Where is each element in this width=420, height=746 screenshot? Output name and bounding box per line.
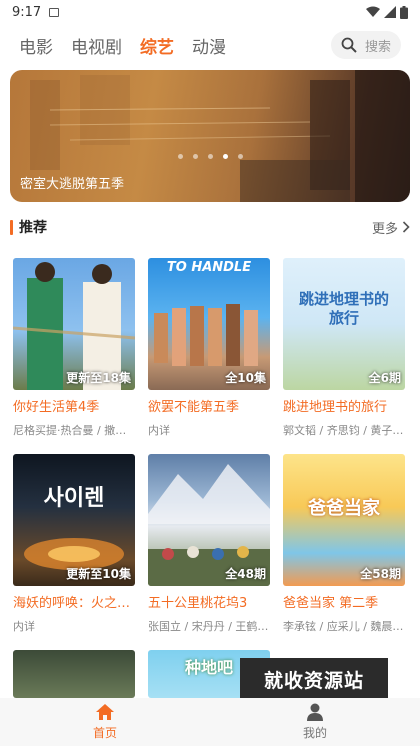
status-right [366, 5, 408, 19]
nav-profile-label: 我的 [302, 726, 327, 740]
carousel-indicator [178, 154, 243, 159]
status-bar: 9:17 [0, 0, 420, 24]
tab-anime[interactable]: 动漫 [192, 33, 226, 58]
poster-caption: 爸爸当家 [308, 498, 380, 519]
chevron-right-icon [402, 221, 410, 233]
episode-badge: 全10集 [225, 371, 266, 385]
status-time: 9:17 [12, 4, 42, 20]
watermark-overlay: 就收资源站 [240, 658, 388, 700]
media-card[interactable]: 사이렌 更新至10集 海妖的呼唤：火之… 内详 [13, 454, 135, 634]
card-title: 你好生活第4季 [13, 400, 100, 415]
poster-image: 사이렌 更新至10集 [13, 454, 135, 586]
section-header: 推荐 更多 [10, 217, 410, 237]
card-title: 跳进地理书的旅行 [283, 400, 388, 415]
nav-profile[interactable]: 我的 [210, 698, 420, 746]
category-tabs: 电影 电视剧 综艺 动漫 [19, 33, 331, 58]
episode-badge: 更新至18集 [66, 371, 131, 385]
poster-image [13, 650, 135, 698]
tab-variety[interactable]: 综艺 [140, 33, 174, 58]
carousel-dot[interactable] [208, 154, 213, 159]
wifi-icon [366, 6, 380, 17]
card-subtitle: 内详 [148, 424, 170, 437]
episode-badge: 更新至10集 [66, 567, 131, 581]
media-card[interactable]: 更新至18集 你好生活第4季 尼格买提·热合曼 / 撒贝… [13, 258, 135, 438]
home-icon [96, 704, 114, 720]
gallery-notification-icon [49, 7, 60, 17]
poster-image: 跳进地理书的旅行 全6期 [283, 258, 405, 390]
media-card[interactable]: 爸爸当家 全58期 爸爸当家 第二季 李承铉 / 应采儿 / 魏晨… [283, 454, 405, 634]
bottom-nav: 首页 我的 [0, 698, 420, 746]
carousel-dot[interactable] [238, 154, 243, 159]
nav-home[interactable]: 首页 [0, 698, 210, 746]
card-subtitle: 郭文韬 / 齐思钧 / 黄子… [283, 424, 404, 437]
tab-movie[interactable]: 电影 [19, 33, 53, 58]
media-card[interactable]: TO HANDLE 全10集 欲罢不能第五季 内详 [148, 258, 270, 438]
carousel-dot-active[interactable] [223, 154, 228, 159]
battery-icon [400, 5, 408, 19]
media-card[interactable]: 跳进地理书的旅行 全6期 跳进地理书的旅行 郭文韬 / 齐思钧 / 黄子… [283, 258, 405, 438]
card-subtitle: 尼格买提·热合曼 / 撒贝… [13, 424, 135, 437]
poster-image: 全48期 [148, 454, 270, 586]
nav-home-label: 首页 [92, 726, 117, 740]
banner-title: 密室大逃脱第五季 [20, 177, 125, 192]
card-title: 爸爸当家 第二季 [283, 596, 379, 611]
search-icon [341, 37, 357, 53]
banner-carousel[interactable]: 密室大逃脱第五季 [10, 70, 410, 202]
card-title: 海妖的呼唤：火之… [13, 596, 131, 611]
episode-badge: 全6期 [368, 371, 401, 385]
more-label: 更多 [371, 221, 398, 237]
media-card[interactable]: 全48期 五十公里桃花坞3 张国立 / 宋丹丹 / 王鹤… [148, 454, 270, 634]
poster-caption: 跳进地理书的旅行 [298, 290, 389, 327]
episode-badge: 全58期 [360, 567, 401, 581]
episode-badge: 全48期 [225, 567, 266, 581]
tab-tv-series[interactable]: 电视剧 [71, 33, 122, 58]
card-title: 欲罢不能第五季 [148, 400, 240, 415]
carousel-dot[interactable] [193, 154, 198, 159]
search-placeholder: 搜索 [364, 39, 391, 55]
signal-icon [384, 6, 396, 18]
section-title-text: 推荐 [19, 220, 47, 236]
status-left: 9:17 [12, 4, 60, 20]
carousel-dot[interactable] [178, 154, 183, 159]
search-button[interactable]: 搜索 [331, 31, 401, 59]
poster-image: 爸爸当家 全58期 [283, 454, 405, 586]
top-nav: 电影 电视剧 综艺 动漫 搜索 [0, 28, 420, 62]
poster-image: 更新至18集 [13, 258, 135, 390]
card-subtitle: 内详 [13, 620, 35, 633]
poster-image: TO HANDLE 全10集 [148, 258, 270, 390]
card-subtitle: 李承铉 / 应采儿 / 魏晨… [283, 620, 404, 633]
section-title: 推荐 [10, 217, 47, 237]
more-link[interactable]: 更多 [372, 218, 410, 237]
section-accent-bar [10, 219, 13, 235]
media-card[interactable] [13, 650, 135, 698]
card-subtitle: 张国立 / 宋丹丹 / 王鹤… [148, 620, 269, 633]
user-icon [307, 703, 323, 721]
card-title: 五十公里桃花坞3 [148, 596, 248, 611]
